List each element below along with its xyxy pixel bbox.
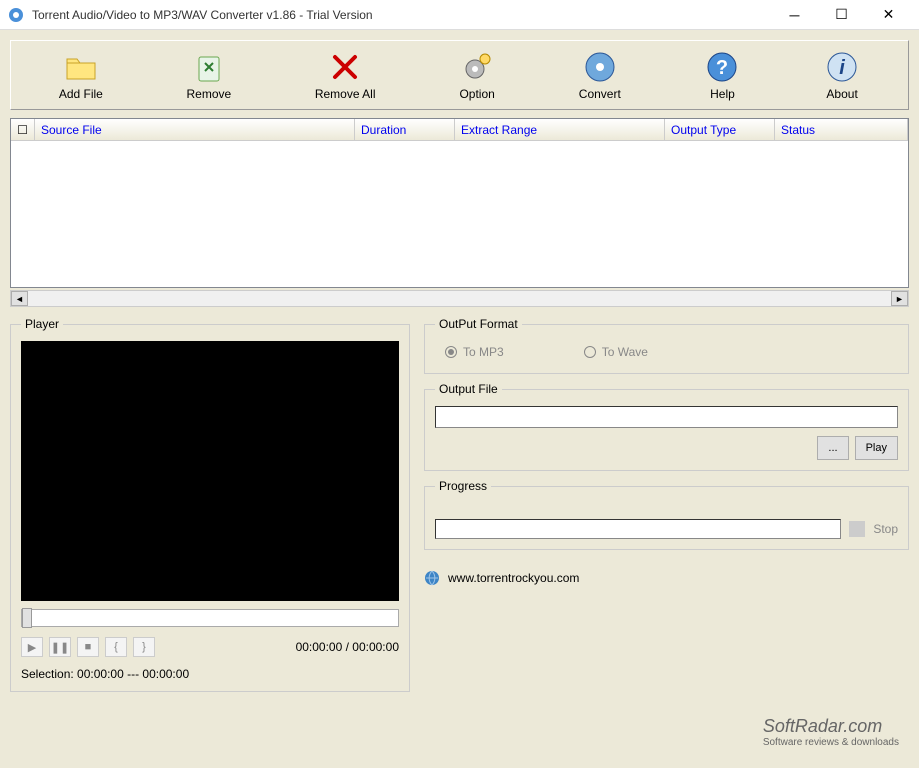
play-button[interactable]: ▶	[21, 637, 43, 657]
radio-icon	[584, 346, 596, 358]
stop-button[interactable]: Stop	[873, 522, 898, 536]
video-preview	[21, 341, 399, 601]
convert-button[interactable]: Convert	[569, 47, 631, 103]
mark-in-button[interactable]: {	[105, 637, 127, 657]
seek-slider[interactable]	[21, 609, 399, 627]
svg-text:i: i	[839, 57, 845, 79]
add-file-button[interactable]: Add File	[49, 47, 113, 103]
col-output-type[interactable]: Output Type	[665, 119, 775, 140]
help-button[interactable]: ? Help	[694, 47, 750, 103]
to-mp3-radio[interactable]: To MP3	[445, 345, 504, 359]
footer: www.torrentrockyou.com	[424, 570, 909, 586]
svg-text:?: ?	[716, 57, 728, 79]
remove-all-button[interactable]: Remove All	[305, 47, 386, 103]
progress-panel: Progress Stop	[424, 479, 909, 550]
select-all-checkbox[interactable]: ☐	[11, 119, 35, 140]
player-panel: Player ▶ ❚❚ ■ { } 00:00:00 / 00:00:00 Se…	[10, 317, 410, 692]
titlebar: Torrent Audio/Video to MP3/WAV Converter…	[0, 0, 919, 30]
col-duration[interactable]: Duration	[355, 119, 455, 140]
col-extract-range[interactable]: Extract Range	[455, 119, 665, 140]
col-status[interactable]: Status	[775, 119, 908, 140]
website-link[interactable]: www.torrentrockyou.com	[448, 571, 579, 585]
window-title: Torrent Audio/Video to MP3/WAV Converter…	[32, 8, 772, 22]
pause-button[interactable]: ❚❚	[49, 637, 71, 657]
folder-icon	[63, 49, 99, 85]
main-toolbar: Add File Remove Remove All Option Conver…	[10, 40, 909, 110]
output-format-panel: OutPut Format To MP3 To Wave	[424, 317, 909, 374]
maximize-button[interactable]: ☐	[819, 1, 864, 29]
help-icon: ?	[704, 49, 740, 85]
slider-thumb[interactable]	[22, 608, 32, 628]
browse-button[interactable]: ...	[817, 436, 848, 460]
scroll-left-icon[interactable]: ◄	[11, 291, 28, 306]
option-button[interactable]: Option	[449, 47, 505, 103]
list-header: ☐ Source File Duration Extract Range Out…	[11, 119, 908, 141]
stop-playback-button[interactable]: ■	[77, 637, 99, 657]
output-format-legend: OutPut Format	[435, 317, 522, 331]
file-list[interactable]: ☐ Source File Duration Extract Range Out…	[10, 118, 909, 288]
remove-button[interactable]: Remove	[176, 47, 241, 103]
col-source-file[interactable]: Source File	[35, 119, 355, 140]
gear-icon	[459, 49, 495, 85]
to-wave-radio[interactable]: To Wave	[584, 345, 648, 359]
disc-icon	[582, 49, 618, 85]
output-file-legend: Output File	[435, 382, 502, 396]
progress-bar	[435, 519, 841, 539]
app-icon	[8, 7, 24, 23]
recycle-icon	[191, 49, 227, 85]
watermark: SoftRadar.com Software reviews & downloa…	[763, 716, 899, 748]
stop-icon	[849, 521, 865, 537]
info-icon: i	[824, 49, 860, 85]
list-scrollbar[interactable]: ◄ ►	[10, 290, 909, 307]
play-output-button[interactable]: Play	[855, 436, 898, 460]
time-display: 00:00:00 / 00:00:00	[296, 640, 399, 654]
mark-out-button[interactable]: }	[133, 637, 155, 657]
output-file-panel: Output File ... Play	[424, 382, 909, 471]
x-icon	[327, 49, 363, 85]
output-path-field[interactable]	[435, 406, 898, 428]
close-button[interactable]: ✕	[866, 1, 911, 29]
globe-icon	[424, 570, 440, 586]
progress-legend: Progress	[435, 479, 491, 493]
player-legend: Player	[21, 317, 63, 331]
minimize-button[interactable]: ─	[772, 1, 817, 29]
radio-icon	[445, 346, 457, 358]
selection-display: Selection: 00:00:00 --- 00:00:00	[21, 667, 399, 681]
about-button[interactable]: i About	[814, 47, 870, 103]
scroll-right-icon[interactable]: ►	[891, 291, 908, 306]
